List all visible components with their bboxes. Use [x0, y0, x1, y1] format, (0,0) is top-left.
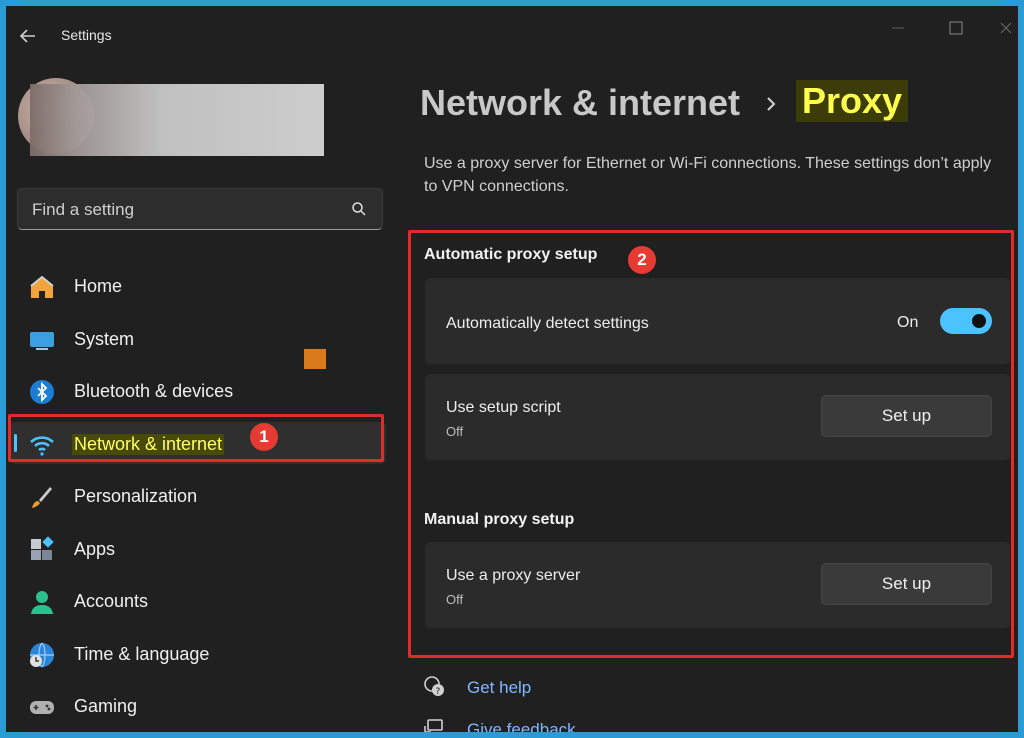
- bluetooth-icon: [30, 380, 54, 404]
- annotation-box-2: [408, 230, 1014, 658]
- maximize-icon[interactable]: [944, 16, 968, 40]
- sidebar-item-apps[interactable]: Apps: [6, 523, 391, 576]
- sidebar-item-personalization[interactable]: Personalization: [6, 470, 391, 523]
- gamepad-icon: [30, 701, 54, 714]
- sidebar-item-home[interactable]: Home: [6, 260, 391, 313]
- sidebar-item-label: Personalization: [74, 486, 198, 506]
- svg-text:?: ?: [436, 687, 441, 697]
- brush-icon: [32, 487, 52, 508]
- page-description: Use a proxy server for Ethernet or Wi-Fi…: [424, 155, 992, 195]
- watermark-logo: [304, 349, 326, 369]
- app-title: Settings: [61, 27, 112, 43]
- help-icon: ?: [424, 676, 444, 697]
- search-box: [17, 188, 383, 231]
- sidebar-item-label: Gaming: [74, 696, 138, 716]
- apps-icon: [31, 535, 54, 560]
- sidebar-item-label: System: [74, 328, 135, 349]
- close-icon[interactable]: [994, 16, 1018, 40]
- title-bar: Settings: [6, 6, 1018, 62]
- feedback-icon: [424, 719, 443, 732]
- sidebar-item-accounts[interactable]: Accounts: [6, 575, 391, 628]
- get-help-link[interactable]: Get help: [467, 678, 531, 698]
- sidebar-item-label: Accounts: [74, 591, 149, 611]
- accounts-icon: [31, 591, 53, 614]
- minimize-icon[interactable]: [886, 16, 910, 40]
- annotation-badge-1: 1: [250, 423, 278, 451]
- sidebar-item-label: Bluetooth & devices: [74, 381, 234, 401]
- settings-window: Settings Home System Bluetooth & devices: [6, 6, 1018, 732]
- page-title: Proxy: [796, 80, 909, 122]
- annotation-box-1: [8, 414, 384, 462]
- breadcrumb-parent[interactable]: Network & internet: [420, 82, 740, 124]
- give-feedback-link[interactable]: Give feedback: [467, 720, 576, 732]
- search-icon[interactable]: [350, 200, 368, 218]
- sidebar-item-system[interactable]: System: [6, 313, 391, 366]
- chevron-right-icon: [767, 97, 776, 111]
- sidebar-item-label: Home: [74, 276, 123, 296]
- user-info-blurred[interactable]: [30, 84, 324, 156]
- sidebar-item-label: Apps: [74, 538, 116, 559]
- home-icon: [30, 275, 54, 298]
- sidebar-item-bluetooth[interactable]: Bluetooth & devices: [6, 365, 391, 418]
- sidebar-item-time-language[interactable]: Time & language: [6, 628, 391, 681]
- sidebar-item-label: Time & language: [74, 643, 210, 664]
- search-input[interactable]: [30, 189, 344, 231]
- sidebar-item-gaming[interactable]: Gaming: [6, 680, 391, 732]
- system-icon: [30, 331, 54, 350]
- globe-clock-icon: [30, 642, 54, 667]
- back-arrow-icon[interactable]: [16, 24, 40, 48]
- sidebar-nav: Home System Bluetooth & devices Network …: [6, 260, 391, 732]
